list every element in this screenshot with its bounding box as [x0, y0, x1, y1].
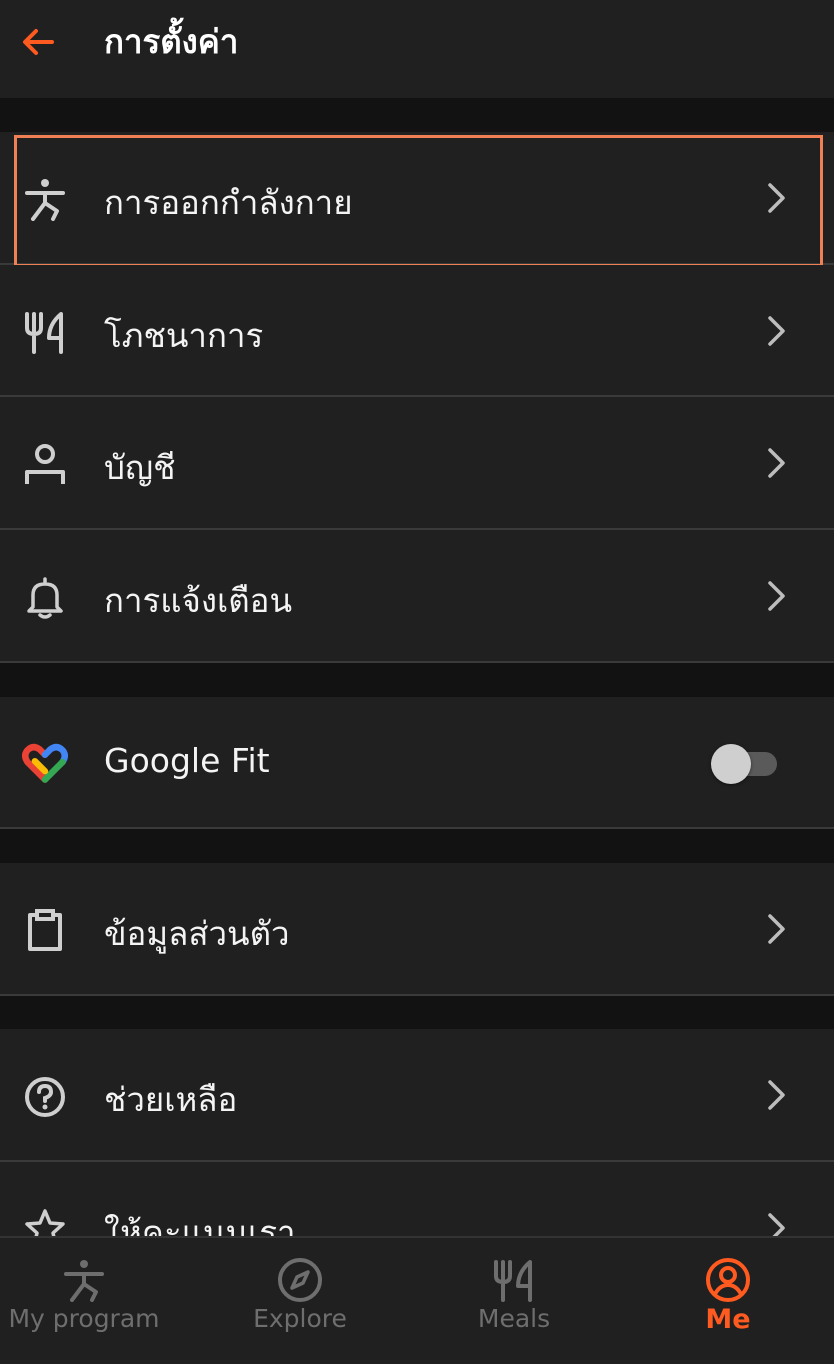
page-title: การตั้งค่า — [104, 22, 239, 61]
nav-item-meals[interactable]: Meals — [410, 1238, 618, 1364]
settings-item-label: การออกกำลังกาย — [104, 183, 353, 222]
back-button[interactable] — [16, 20, 60, 64]
settings-item-exercise[interactable]: การออกกำลังกาย — [0, 132, 834, 265]
nav-label: Meals — [477, 1304, 551, 1333]
settings-item-label: บัญชี — [104, 448, 176, 487]
nav-item-my-program[interactable]: My program — [0, 1238, 188, 1364]
settings-item-label: ให้คะแนนเรา — [104, 1213, 296, 1236]
bottom-navigation: My program Explore Meals Me — [0, 1236, 834, 1364]
chevron-right-icon — [760, 1075, 792, 1115]
help-circle-icon — [22, 1074, 68, 1120]
settings-item-personal-info[interactable]: ข้อมูลส่วนตัว — [0, 863, 834, 996]
back-arrow-icon — [23, 29, 54, 55]
star-icon — [22, 1206, 68, 1236]
nav-item-me[interactable]: Me — [624, 1238, 832, 1364]
person-icon — [22, 441, 68, 487]
bell-icon — [22, 574, 68, 620]
profile-circle-icon — [624, 1252, 832, 1308]
settings-item-label: Google Fit — [104, 741, 270, 780]
app-header: การตั้งค่า — [0, 0, 834, 98]
settings-item-help[interactable]: ช่วยเหลือ — [0, 1029, 834, 1162]
nav-label: Me — [705, 1304, 751, 1335]
google-fit-toggle[interactable] — [711, 744, 779, 784]
settings-item-nutrition[interactable]: โภชนาการ — [0, 265, 834, 397]
chevron-right-icon — [760, 909, 792, 949]
google-fit-heart-icon — [22, 740, 68, 786]
settings-item-label: ข้อมูลส่วนตัว — [104, 914, 290, 953]
compass-icon — [196, 1252, 404, 1308]
settings-item-label: ช่วยเหลือ — [104, 1080, 238, 1119]
clipboard-icon — [22, 907, 68, 953]
chevron-right-icon — [760, 311, 792, 351]
settings-item-rate-us[interactable]: ให้คะแนนเรา — [0, 1162, 834, 1236]
settings-item-label: การแจ้งเตือน — [104, 581, 293, 620]
nav-item-explore[interactable]: Explore — [196, 1238, 404, 1364]
exercise-figure-icon — [0, 1252, 188, 1308]
nav-label: Explore — [253, 1304, 347, 1333]
settings-item-account[interactable]: บัญชี — [0, 397, 834, 530]
chevron-right-icon — [760, 178, 792, 218]
chevron-right-icon — [760, 443, 792, 483]
exercise-figure-icon — [22, 176, 68, 222]
chevron-right-icon — [760, 1208, 792, 1236]
settings-item-notifications[interactable]: การแจ้งเตือน — [0, 530, 834, 663]
toggle-thumb — [711, 744, 751, 784]
nav-label: My program — [8, 1304, 160, 1333]
chevron-right-icon — [760, 576, 792, 616]
settings-item-google-fit: Google Fit — [0, 697, 834, 829]
settings-item-label: โภชนาการ — [104, 316, 264, 355]
fork-knife-icon — [22, 309, 68, 355]
fork-knife-icon — [410, 1252, 618, 1308]
